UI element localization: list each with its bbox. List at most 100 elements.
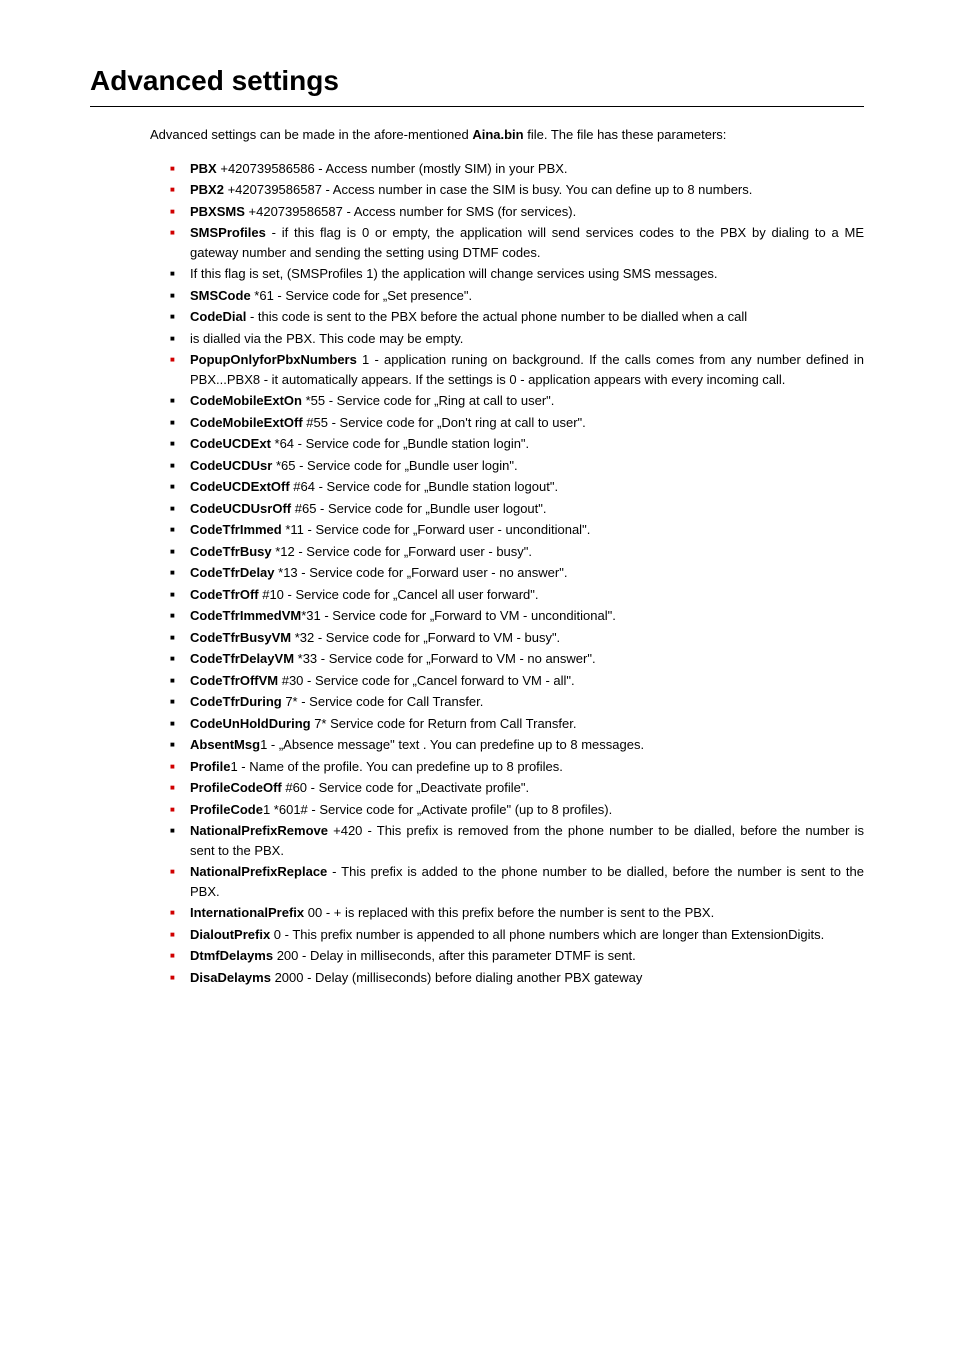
- param-name: CodeUnHoldDuring: [190, 716, 311, 731]
- list-item: DisaDelayms 2000 - Delay (milliseconds) …: [190, 968, 864, 988]
- param-name: InternationalPrefix: [190, 905, 304, 920]
- list-item: CodeTfrDelayVM *33 - Service code for „F…: [190, 649, 864, 669]
- param-name: CodeDial: [190, 309, 246, 324]
- param-desc: *11 - Service code for „Forward user - u…: [282, 522, 591, 537]
- param-desc: *13 - Service code for „Forward user - n…: [275, 565, 568, 580]
- param-name: NationalPrefixRemove: [190, 823, 328, 838]
- list-item: DtmfDelayms 200 - Delay in milliseconds,…: [190, 946, 864, 966]
- list-item: CodeTfrImmedVM*31 - Service code for „Fo…: [190, 606, 864, 626]
- param-desc: 00 - + is replaced with this prefix befo…: [304, 905, 714, 920]
- intro-bold: Aina.bin: [472, 127, 523, 142]
- list-item: AbsentMsg1 - „Absence message" text . Yo…: [190, 735, 864, 755]
- param-name: CodeTfrImmed: [190, 522, 282, 537]
- param-desc: +420739586587 - Access number in case th…: [224, 182, 752, 197]
- page-title: Advanced settings: [90, 60, 864, 107]
- param-desc: *65 - Service code for „Bundle user logi…: [272, 458, 517, 473]
- list-item: CodeUCDUsr *65 - Service code for „Bundl…: [190, 456, 864, 476]
- param-name: PBX: [190, 161, 217, 176]
- list-item: NationalPrefixRemove +420 - This prefix …: [190, 821, 864, 860]
- param-desc: is dialled via the PBX. This code may be…: [190, 331, 463, 346]
- param-desc: *32 - Service code for „Forward to VM - …: [291, 630, 560, 645]
- param-name: CodeTfrBusy: [190, 544, 272, 559]
- intro-pre: Advanced settings can be made in the afo…: [150, 127, 472, 142]
- param-name: CodeUCDUsrOff: [190, 501, 291, 516]
- param-desc: #10 - Service code for „Cancel all user …: [259, 587, 539, 602]
- list-item: If this flag is set, (SMSProfiles 1) the…: [190, 264, 864, 284]
- param-name: SMSCode: [190, 288, 251, 303]
- param-name: CodeMobileExtOff: [190, 415, 303, 430]
- param-desc: #64 - Service code for „Bundle station l…: [290, 479, 558, 494]
- param-desc: - if this flag is 0 or empty, the applic…: [190, 225, 864, 260]
- param-name: PBXSMS: [190, 204, 245, 219]
- list-item: CodeTfrDelay *13 - Service code for „For…: [190, 563, 864, 583]
- param-desc: 2000 - Delay (milliseconds) before diali…: [271, 970, 642, 985]
- param-name: DtmfDelayms: [190, 948, 273, 963]
- param-name: PBX2: [190, 182, 224, 197]
- param-name: AbsentMsg: [190, 737, 260, 752]
- param-desc: 0 - This prefix number is appended to al…: [270, 927, 824, 942]
- param-desc: 7* Service code for Return from Call Tra…: [311, 716, 577, 731]
- param-desc: *12 - Service code for „Forward user - b…: [272, 544, 532, 559]
- list-item: ProfileCode1 *601# - Service code for „A…: [190, 800, 864, 820]
- param-desc: 7* - Service code for Call Transfer.: [282, 694, 484, 709]
- list-item: CodeTfrBusy *12 - Service code for „Forw…: [190, 542, 864, 562]
- param-name: CodeTfrImmedVM: [190, 608, 301, 623]
- param-name: CodeTfrOffVM: [190, 673, 278, 688]
- list-item: Profile1 - Name of the profile. You can …: [190, 757, 864, 777]
- parameter-list: PBX +420739586586 - Access number (mostl…: [150, 159, 864, 988]
- param-desc: *55 - Service code for „Ring at call to …: [302, 393, 554, 408]
- list-item: CodeMobileExtOn *55 - Service code for „…: [190, 391, 864, 411]
- list-item: CodeTfrOffVM #30 - Service code for „Can…: [190, 671, 864, 691]
- list-item: CodeUCDExt *64 - Service code for „Bundl…: [190, 434, 864, 454]
- param-name: NationalPrefixReplace: [190, 864, 327, 879]
- param-desc: #30 - Service code for „Cancel forward t…: [278, 673, 575, 688]
- list-item: InternationalPrefix 00 - + is replaced w…: [190, 903, 864, 923]
- param-desc: 1 - „Absence message" text . You can pre…: [260, 737, 644, 752]
- intro-post: file. The file has these parameters:: [524, 127, 727, 142]
- list-item: NationalPrefixReplace - This prefix is a…: [190, 862, 864, 901]
- param-name: CodeUCDExtOff: [190, 479, 290, 494]
- param-name: CodeUCDExt: [190, 436, 271, 451]
- param-name: CodeTfrDelayVM: [190, 651, 294, 666]
- param-name: DialoutPrefix: [190, 927, 270, 942]
- param-name: ProfileCodeOff: [190, 780, 282, 795]
- list-item: CodeTfrImmed *11 - Service code for „For…: [190, 520, 864, 540]
- param-desc: 1 - Name of the profile. You can predefi…: [230, 759, 562, 774]
- list-item: CodeUnHoldDuring 7* Service code for Ret…: [190, 714, 864, 734]
- list-item: DialoutPrefix 0 - This prefix number is …: [190, 925, 864, 945]
- param-name: CodeTfrBusyVM: [190, 630, 291, 645]
- list-item: CodeDial - this code is sent to the PBX …: [190, 307, 864, 327]
- list-item: CodeUCDExtOff #64 - Service code for „Bu…: [190, 477, 864, 497]
- param-desc: #60 - Service code for „Deactivate profi…: [282, 780, 529, 795]
- param-name: CodeMobileExtOn: [190, 393, 302, 408]
- param-desc: *61 - Service code for „Set presence".: [251, 288, 472, 303]
- list-item: SMSCode *61 - Service code for „Set pres…: [190, 286, 864, 306]
- param-desc: #55 - Service code for „Don't ring at ca…: [303, 415, 586, 430]
- param-desc: +420739586586 - Access number (mostly SI…: [217, 161, 568, 176]
- param-name: CodeUCDUsr: [190, 458, 272, 473]
- list-item: is dialled via the PBX. This code may be…: [190, 329, 864, 349]
- list-item: PopupOnlyforPbxNumbers 1 - application r…: [190, 350, 864, 389]
- list-item: ProfileCodeOff #60 - Service code for „D…: [190, 778, 864, 798]
- param-desc: 200 - Delay in milliseconds, after this …: [273, 948, 636, 963]
- param-name: SMSProfiles: [190, 225, 266, 240]
- list-item: SMSProfiles - if this flag is 0 or empty…: [190, 223, 864, 262]
- param-desc: +420739586587 - Access number for SMS (f…: [245, 204, 576, 219]
- param-name: CodeTfrDuring: [190, 694, 282, 709]
- intro-paragraph: Advanced settings can be made in the afo…: [150, 125, 864, 145]
- list-item: CodeTfrOff #10 - Service code for „Cance…: [190, 585, 864, 605]
- param-desc: If this flag is set, (SMSProfiles 1) the…: [190, 266, 717, 281]
- param-name: CodeTfrOff: [190, 587, 259, 602]
- param-desc: *64 - Service code for „Bundle station l…: [271, 436, 529, 451]
- param-desc: *31 - Service code for „Forward to VM - …: [301, 608, 616, 623]
- param-desc: 1 *601# - Service code for „Activate pro…: [263, 802, 612, 817]
- list-item: PBX2 +420739586587 - Access number in ca…: [190, 180, 864, 200]
- list-item: CodeTfrBusyVM *32 - Service code for „Fo…: [190, 628, 864, 648]
- list-item: CodeMobileExtOff #55 - Service code for …: [190, 413, 864, 433]
- list-item: PBX +420739586586 - Access number (mostl…: [190, 159, 864, 179]
- list-item: CodeTfrDuring 7* - Service code for Call…: [190, 692, 864, 712]
- list-item: PBXSMS +420739586587 - Access number for…: [190, 202, 864, 222]
- param-name: CodeTfrDelay: [190, 565, 275, 580]
- param-desc: *33 - Service code for „Forward to VM - …: [294, 651, 596, 666]
- param-name: ProfileCode: [190, 802, 263, 817]
